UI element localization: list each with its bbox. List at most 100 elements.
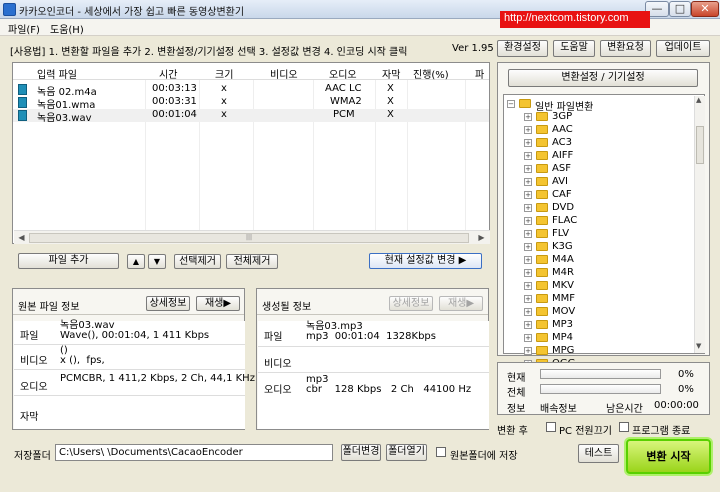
save-path-field[interactable]: C:\Users\ \Documents\CacaoEncoder (55, 444, 333, 461)
table-row[interactable]: 녹음 02.m4a 00:03:13 x AAC LC X (13, 83, 489, 98)
scroll-up-icon[interactable]: ▲ (696, 96, 701, 104)
tree-expand-icon[interactable]: + (524, 256, 532, 264)
table-row[interactable]: 녹음01.wma 00:03:31 x WMA2 X (13, 96, 489, 111)
tree-expand-icon[interactable]: + (524, 204, 532, 212)
tree-item[interactable]: + MPG (504, 345, 692, 357)
tree-item[interactable]: + ASF (504, 163, 692, 175)
remaining-time-value: 00:00:00 (654, 400, 699, 411)
shutdown-checkbox[interactable] (546, 422, 556, 432)
tree-item[interactable]: + AC3 (504, 137, 692, 149)
tree-expand-icon[interactable]: + (524, 308, 532, 316)
folder-icon (536, 203, 548, 212)
tree-expand-icon[interactable]: + (524, 295, 532, 303)
file-list[interactable]: 입력 파일 시간 크기 비디오 오디오 자막 진행(%) 파 녹음 02.m4a… (12, 62, 490, 244)
maximize-button[interactable]: □ (669, 1, 691, 17)
tree-item[interactable]: + MP3 (504, 319, 692, 331)
tree-item[interactable]: + MP4 (504, 332, 692, 344)
tree-item[interactable]: + M4R (504, 267, 692, 279)
menu-help[interactable]: 도움(H) (50, 21, 84, 36)
close-button[interactable]: ✕ (691, 1, 719, 17)
conversion-settings-title-button[interactable]: 변환설정 / 기기설정 (508, 69, 698, 87)
tree-item[interactable]: + AIFF (504, 150, 692, 162)
add-file-button[interactable]: 파일 추가 (18, 253, 119, 269)
tree-item[interactable]: + MKV (504, 280, 692, 292)
tree-expand-icon[interactable]: + (524, 178, 532, 186)
tree-expand-icon[interactable]: + (524, 152, 532, 160)
table-row[interactable]: 녹음03.wav 00:01:04 x PCM X (13, 109, 489, 124)
move-up-button[interactable]: ▲ (127, 254, 145, 269)
settings-button[interactable]: 환경설정 (497, 40, 548, 57)
start-conversion-button[interactable]: 변환 시작 (626, 439, 711, 474)
format-tree[interactable]: − 일반 파일변환 +3GP + AAC + AC3 + AIFF + ASF + AVI + CAF +… (503, 94, 705, 369)
output-detail-button[interactable]: 상세정보 (389, 296, 433, 311)
tree-item[interactable]: + FLV (504, 228, 692, 240)
tree-expand-icon[interactable]: + (524, 334, 532, 342)
tree-item[interactable]: + CAF (504, 189, 692, 201)
col-progress[interactable]: 진행(%) (413, 66, 449, 81)
tree-expand-icon[interactable]: + (524, 113, 532, 121)
scroll-down-icon[interactable]: ▼ (696, 342, 701, 350)
tree-expand-icon[interactable]: + (524, 269, 532, 277)
col-time[interactable]: 시간 (159, 66, 177, 81)
tree-item[interactable]: + MOV (504, 306, 692, 318)
folder-icon (536, 151, 548, 160)
tree-item[interactable]: + MMF (504, 293, 692, 305)
exit-program-checkbox[interactable] (619, 422, 629, 432)
open-folder-button[interactable]: 폴더열기 (386, 444, 427, 461)
help-button[interactable]: 도움말 (553, 40, 595, 57)
remove-selected-button[interactable]: 선택제거 (174, 254, 221, 269)
output-play-button[interactable]: 재생▶ (439, 296, 483, 311)
col-subtitle[interactable]: 자막 (382, 66, 400, 81)
tree-item[interactable]: + DVD (504, 202, 692, 214)
scroll-thumb[interactable]: ||| (29, 233, 469, 243)
tree-expand-icon[interactable]: + (524, 321, 532, 329)
change-folder-button[interactable]: 폴더변경 (341, 444, 381, 461)
tree-item[interactable]: + M4A (504, 254, 692, 266)
folder-icon (536, 294, 548, 303)
tree-item[interactable]: + AAC (504, 124, 692, 136)
tree-expand-icon[interactable]: + (524, 139, 532, 147)
tree-item[interactable]: + K3G (504, 241, 692, 253)
tree-expand-icon[interactable]: + (524, 230, 532, 238)
col-size[interactable]: 크기 (215, 66, 233, 81)
change-settings-button[interactable]: 현재 설정값 변경 ▶ (369, 253, 482, 269)
col-video[interactable]: 비디오 (270, 66, 298, 81)
scroll-left-icon[interactable]: ◀ (15, 232, 28, 244)
tree-expand-icon[interactable]: + (524, 243, 532, 251)
usage-instructions: [사용법] 1. 변환할 파일을 추가 2. 변환설정/기기설정 선택 3. 설… (10, 47, 408, 58)
test-button[interactable]: 테스트 (578, 444, 619, 463)
col-input-file[interactable]: 입력 파일 (37, 66, 77, 81)
scroll-thumb[interactable] (696, 126, 704, 164)
tree-expand-icon[interactable]: + (524, 191, 532, 199)
source-detail-button[interactable]: 상세정보 (146, 296, 190, 311)
tree-expand-icon[interactable]: + (524, 165, 532, 173)
update-button[interactable]: 업데이트 (656, 40, 710, 57)
tree-expand-icon[interactable]: + (524, 282, 532, 290)
tree-collapse-icon[interactable]: − (507, 100, 515, 108)
file-list-header: 입력 파일 시간 크기 비디오 오디오 자막 진행(%) 파 (13, 63, 489, 81)
folder-icon (536, 112, 548, 121)
tree-item[interactable]: + FLAC (504, 215, 692, 227)
col-audio[interactable]: 오디오 (329, 66, 357, 81)
tree-expand-icon[interactable]: + (524, 217, 532, 225)
request-conversion-button[interactable]: 변환요청 (600, 40, 651, 57)
source-info-panel: 원본 파일 정보 상세정보 재생▶ 파일 녹음03.wav Wave(), 00… (12, 288, 255, 430)
source-info-title: 원본 파일 정보 (18, 302, 80, 313)
tree-item[interactable]: +3GP (504, 111, 692, 123)
output-video-row: 비디오 (258, 347, 489, 373)
tree-expand-icon[interactable]: + (524, 126, 532, 134)
col-extra[interactable]: 파 (475, 66, 484, 81)
horizontal-scrollbar[interactable]: ◀ ||| ▶ (14, 230, 490, 244)
tree-item[interactable]: + AVI (504, 176, 692, 188)
source-play-button[interactable]: 재생▶ (196, 296, 240, 311)
remove-all-button[interactable]: 전체제거 (226, 254, 278, 269)
tree-root-item[interactable]: − 일반 파일변환 (504, 98, 694, 113)
tree-expand-icon[interactable]: + (524, 347, 532, 355)
move-down-button[interactable]: ▼ (148, 254, 166, 269)
save-to-source-folder-label: 원본폴더에 저장 (450, 451, 518, 462)
scroll-right-icon[interactable]: ▶ (475, 232, 488, 244)
menu-file[interactable]: 파일(F) (8, 21, 40, 36)
tree-vertical-scrollbar[interactable]: ▲ ▼ (694, 96, 705, 353)
save-to-source-folder-checkbox[interactable] (436, 447, 446, 457)
folder-icon (536, 346, 548, 355)
